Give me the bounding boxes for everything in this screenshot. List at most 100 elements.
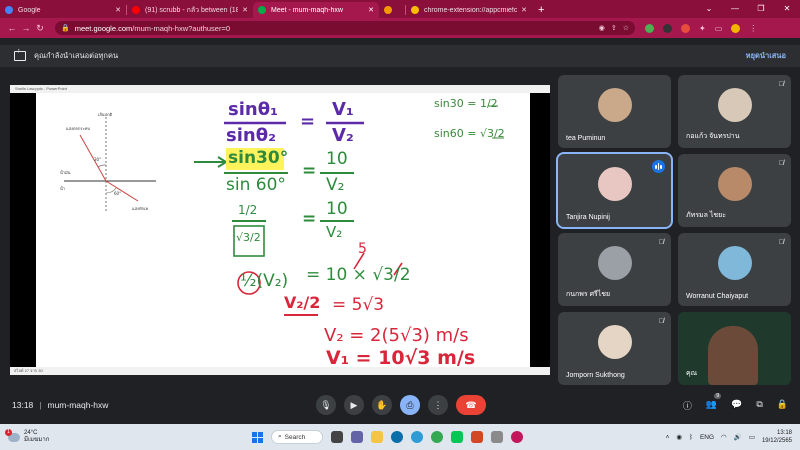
speaking-indicator-icon <box>652 160 665 173</box>
file-explorer-icon[interactable] <box>371 431 383 443</box>
bookmark-star-icon[interactable]: ☆ <box>623 24 629 32</box>
mic-off-icon: 🎙̸ <box>658 318 664 325</box>
eq5-rhs: = 5√3 <box>332 295 385 315</box>
url-path: /mum-maqh-hxw?authuser=0 <box>132 23 231 33</box>
windows-start-icon[interactable] <box>252 431 263 443</box>
weather-widget[interactable]: 1 24°C มีเมฆมาก <box>5 428 49 444</box>
chevron-up-icon[interactable]: ˄ <box>666 434 670 441</box>
chevron-down-icon[interactable]: ⌄ <box>696 0 722 18</box>
lock-icon[interactable]: 🔒 <box>61 24 70 32</box>
participant-tile[interactable]: 🎙̸ กนกพร ศรีไชย <box>558 233 671 306</box>
puzzle-icon[interactable]: ✦ <box>699 24 706 33</box>
people-icon[interactable]: 👥 9 <box>706 392 722 412</box>
more-options-button[interactable]: ⋮ <box>428 395 448 415</box>
search-label: Search <box>284 433 306 441</box>
participant-video <box>597 88 632 122</box>
activities-icon[interactable]: ⧉ <box>756 399 762 412</box>
participant-avatar <box>597 246 632 280</box>
eq6: V₂ = 2(5√3) m/s <box>324 325 469 346</box>
call-controls: 🎙 ▶ ✋ ⎙ ⋮ ☎ <box>316 395 486 415</box>
line-icon[interactable] <box>451 431 463 443</box>
wifi-icon[interactable]: ◠ <box>721 433 727 441</box>
powerpoint-icon[interactable] <box>471 431 483 443</box>
back-icon[interactable]: ← <box>5 23 19 33</box>
self-view-tile[interactable]: คุณ <box>678 312 791 385</box>
window-controls: ⌄ — ❐ ✕ <box>696 0 800 18</box>
participant-tile[interactable]: tea Puminun <box>558 75 671 148</box>
eq3-denominator: √3/2 <box>236 231 261 244</box>
clock-date: 19/12/2565 <box>761 438 792 444</box>
volume-icon[interactable]: 🔊 <box>734 433 742 441</box>
present-button[interactable]: ⎙ <box>400 395 420 415</box>
present-screen-icon <box>14 48 26 61</box>
tab-youtube[interactable]: (91) scrubb - กลัว between (18th ✕ <box>127 2 253 18</box>
more-menu-icon[interactable]: ⋮ <box>749 24 757 33</box>
participant-tile[interactable]: 🎙̸ Jomporn Sukthong <box>558 312 671 385</box>
close-tab-icon[interactable]: ✕ <box>368 6 374 14</box>
participant-tile[interactable]: 🎙̸ ภัทรมล ไชยะ <box>678 154 791 227</box>
battery-icon[interactable]: ▭ <box>749 433 755 441</box>
participant-video <box>597 325 632 359</box>
mic-toggle-button[interactable]: 🎙 <box>316 395 336 415</box>
address-bar[interactable]: 🔒 meet.google.com /mum-maqh-hxw?authuser… <box>55 21 635 35</box>
tab-extension[interactable]: chrome-extension://appcmiefcd ✕ <box>406 2 532 18</box>
raise-hand-button[interactable]: ✋ <box>372 395 392 415</box>
tab-google[interactable]: Google ✕ <box>0 2 126 18</box>
system-clock[interactable]: 13:18 19/12/2565 <box>762 429 792 445</box>
camera-toggle-button[interactable]: ▶ <box>344 395 364 415</box>
tab-pinned[interactable] <box>379 2 405 18</box>
extension-icon[interactable] <box>681 23 690 33</box>
chrome-icon[interactable] <box>431 431 443 443</box>
new-tab-button[interactable]: + <box>538 4 544 16</box>
stop-presenting-button[interactable]: หยุดนำเสนอ <box>746 50 786 62</box>
close-tab-icon[interactable]: ✕ <box>242 6 248 14</box>
participant-tile[interactable]: Tanjira Nupinij <box>556 152 673 229</box>
participant-name: Worranut Chaiyaput <box>686 293 749 300</box>
chat-icon[interactable]: 💬 <box>731 399 742 412</box>
info-icon[interactable]: ⓘ <box>683 399 692 412</box>
participant-video <box>597 167 632 201</box>
host-controls-icon[interactable]: 🔒 <box>777 399 788 412</box>
meeting-code: mum-maqh-hxw <box>47 400 109 410</box>
eq4-correction: 5 <box>358 241 367 257</box>
bluetooth-icon[interactable]: ᛒ <box>689 434 693 441</box>
camera-permission-icon[interactable]: ◉ <box>599 24 605 32</box>
taskbar-search[interactable]: ⌕ Search <box>271 430 323 444</box>
powerpoint-statusbar: สไลด์ 27 จาก 30 <box>10 367 550 375</box>
mic-off-icon: 🎙̸ <box>658 239 664 246</box>
task-view-icon[interactable] <box>331 431 343 443</box>
minimize-icon[interactable]: — <box>722 0 748 18</box>
reload-icon[interactable]: ↻ <box>33 23 47 34</box>
snipping-tool-icon[interactable] <box>491 431 503 443</box>
eq1-denominator: sinθ₂ <box>226 125 276 146</box>
share-icon[interactable]: ⇪ <box>611 24 617 32</box>
eq2-denominator: sin 60° <box>226 175 286 195</box>
chrome-profile-icon[interactable] <box>511 431 523 443</box>
teams-icon[interactable] <box>351 431 363 443</box>
sidebar-icon[interactable]: ▭ <box>715 24 723 33</box>
eq1-numerator: sinθ₁ <box>228 99 278 120</box>
taskbar-apps: ⌕ Search <box>252 430 523 444</box>
forward-icon[interactable]: → <box>19 23 33 33</box>
participant-tile[interactable]: 🎙̸ Worranut Chaiyaput <box>678 233 791 306</box>
close-window-icon[interactable]: ✕ <box>774 0 800 18</box>
leave-call-button[interactable]: ☎ <box>456 395 486 415</box>
google-favicon-icon <box>5 6 13 14</box>
diagram-label: น้ำ <box>60 186 65 191</box>
participant-tile[interactable]: 🎙̸ กอแก้ว จันทรปาน <box>678 75 791 148</box>
dell-icon[interactable] <box>391 431 403 443</box>
extension-icon[interactable] <box>663 23 672 33</box>
self-video <box>708 326 758 385</box>
cloud-icon: 1 <box>5 428 20 442</box>
edge-icon[interactable] <box>411 431 423 443</box>
camera-tray-icon[interactable]: ◉ <box>676 433 682 441</box>
close-tab-icon[interactable]: ✕ <box>115 6 121 14</box>
extension-icon[interactable] <box>645 23 654 33</box>
profile-avatar[interactable] <box>731 23 741 33</box>
close-tab-icon[interactable]: ✕ <box>521 6 527 14</box>
maximize-icon[interactable]: ❐ <box>748 0 774 18</box>
diagram-label: 60° <box>114 191 122 196</box>
language-indicator[interactable]: ENG <box>700 434 714 441</box>
meeting-info: 13:18 | mum-maqh-hxw <box>12 400 109 410</box>
tab-meet[interactable]: Meet - mum-maqh-hxw ✕ <box>253 2 379 18</box>
